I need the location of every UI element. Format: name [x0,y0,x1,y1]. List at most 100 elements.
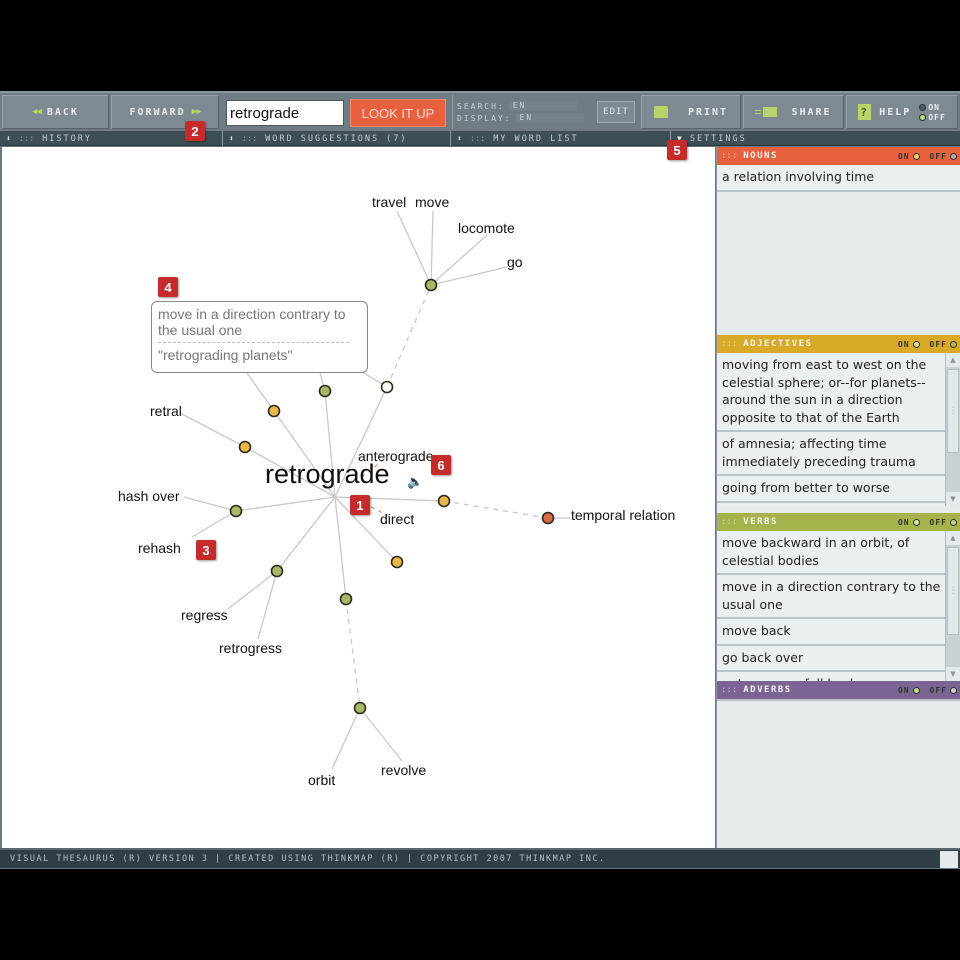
nouns-off-toggle[interactable]: OFF [930,152,957,161]
definition-item[interactable]: move back [717,619,946,646]
word-node-move[interactable]: move [415,194,449,210]
verbs-scrollbar[interactable]: ▲ ⋮ ▼ [945,531,960,681]
callout-marker-3: 3 [196,540,216,560]
graph-edge [359,707,403,762]
meaning-node[interactable] [390,555,404,569]
meaning-node[interactable] [270,564,284,578]
help-off-label: OFF [928,112,946,122]
visual-thesaurus-app: ◀◀ BACK FORWARD ▶▶ LOOK IT UP SEARCH: EN… [0,91,960,869]
help-toggle[interactable]: ON OFF [919,103,945,122]
scroll-thumb[interactable]: ⋮ [947,547,959,635]
settings-panel-tab[interactable]: ▼ SETTINGS [670,131,960,146]
word-node-orbit[interactable]: orbit [308,772,335,788]
verbs-definitions: move backward in an orbit, of celestial … [717,531,946,681]
definition-item[interactable]: moving from east to west on the celestia… [717,353,946,432]
help-button[interactable]: ? HELP ON OFF [846,95,958,129]
graph-edge [183,496,237,512]
meaning-node[interactable] [238,440,252,454]
word-node-direct[interactable]: direct [380,511,414,527]
on-label: ON [897,685,910,695]
share-label: SHARE [791,106,832,118]
meaning-node[interactable] [267,404,281,418]
adverbs-off-toggle[interactable]: OFF [930,686,957,695]
word-graph-canvas[interactable]: travel move locomote go retral hash over… [2,147,715,848]
search-language-label: SEARCH: [457,101,505,111]
graph-edge [396,210,432,286]
definition-item[interactable]: move in a direction contrary to the usua… [717,575,946,619]
help-on-option[interactable]: ON [919,103,945,112]
search-language-row: SEARCH: EN [457,101,577,111]
nouns-on-toggle[interactable]: ON [898,152,920,161]
adjectives-scrollbar[interactable]: ▲ ⋮ ▼ [945,353,960,506]
meaning-node[interactable] [339,592,353,606]
back-button[interactable]: ◀◀ BACK [2,95,109,129]
scroll-up-icon[interactable]: ▲ [946,353,960,367]
meaning-node[interactable] [541,511,555,525]
word-node-hash-over[interactable]: hash over [118,488,179,504]
panel-strip: ⬍ ::: HISTORY ⬍ ::: WORD SUGGESTIONS (7)… [0,131,960,146]
footer-status-bar: VISUAL THESAURUS (R) VERSION 3 | CREATED… [0,848,960,868]
word-node-temporal-relation[interactable]: temporal relation [571,507,675,523]
word-node-retral[interactable]: retral [150,403,182,419]
definition-item[interactable]: going from better to worse [717,476,946,503]
word-node-regress[interactable]: regress [181,607,228,623]
toolbar: ◀◀ BACK FORWARD ▶▶ LOOK IT UP SEARCH: EN… [0,91,960,131]
search-input[interactable] [226,100,344,126]
definition-item[interactable]: go back over [717,645,946,672]
edit-language-button[interactable]: EDIT [597,101,635,123]
scroll-thumb[interactable]: ⋮ [947,369,959,453]
graph-edge [386,284,432,388]
on-label: ON [897,339,910,349]
definition-item[interactable]: get worse or fall back [717,672,946,681]
adjectives-off-toggle[interactable]: OFF [930,340,957,349]
help-off-option[interactable]: OFF [919,113,945,122]
definition-item[interactable]: move backward in an orbit, of celestial … [717,531,946,575]
meaning-node[interactable] [437,494,451,508]
adverbs-on-toggle[interactable]: ON [898,686,920,695]
graph-edge [235,496,336,512]
word-suggestions-label: WORD SUGGESTIONS (7) [265,133,408,144]
look-it-up-button[interactable]: LOOK IT UP [350,99,446,127]
center-word-retrograde[interactable]: retrograde [265,459,390,490]
graph-edge [430,266,508,286]
radio-off-icon [950,518,957,526]
adjectives-on-toggle[interactable]: ON [898,340,920,349]
grip-icon: ::: [721,151,738,161]
meaning-node[interactable] [380,380,394,394]
meaning-node[interactable] [353,701,367,715]
forward-arrow-icon: ▶▶ [191,107,202,117]
word-suggestions-panel-tab[interactable]: ⬍ ::: WORD SUGGESTIONS (7) [222,131,450,146]
word-node-go[interactable]: go [507,254,523,270]
word-node-travel[interactable]: travel [372,194,406,210]
printer-icon [653,106,668,118]
verbs-on-toggle[interactable]: ON [898,518,920,527]
my-word-list-panel-tab[interactable]: ⬍ ::: MY WORD LIST [450,131,670,146]
word-node-rehash[interactable]: rehash [138,540,181,556]
meaning-node[interactable] [424,278,438,292]
graph-edge [443,500,549,519]
definition-item[interactable]: a relation involving time [717,165,960,192]
off-label: OFF [929,517,947,527]
resize-grip-icon[interactable] [940,851,958,868]
verbs-off-toggle[interactable]: OFF [930,518,957,527]
word-node-retrogress[interactable]: retrogress [219,640,282,656]
word-node-locomote[interactable]: locomote [458,220,515,236]
graph-edge [191,510,237,538]
scroll-down-icon[interactable]: ▼ [946,667,960,681]
radio-off-icon [950,152,957,160]
speaker-pronunciation-icon[interactable]: 🔈 [407,475,423,490]
share-button[interactable]: SHARE [743,95,844,129]
adjectives-definitions: moving from east to west on the celestia… [717,353,946,506]
display-language-value: EN [515,113,584,123]
scroll-up-icon[interactable]: ▲ [946,531,960,545]
meaning-node[interactable] [318,384,332,398]
expand-collapse-icon: ⬍ [229,134,234,143]
meaning-node[interactable] [229,504,243,518]
tooltip-example: "retrograding planets" [158,347,293,363]
word-node-revolve[interactable]: revolve [381,762,426,778]
grip-icon: ::: [469,133,486,144]
graph-edge [334,496,347,600]
print-button[interactable]: PRINT [641,95,741,129]
definition-item[interactable]: of amnesia; affecting time immediately p… [717,432,946,476]
scroll-down-icon[interactable]: ▼ [946,492,960,506]
